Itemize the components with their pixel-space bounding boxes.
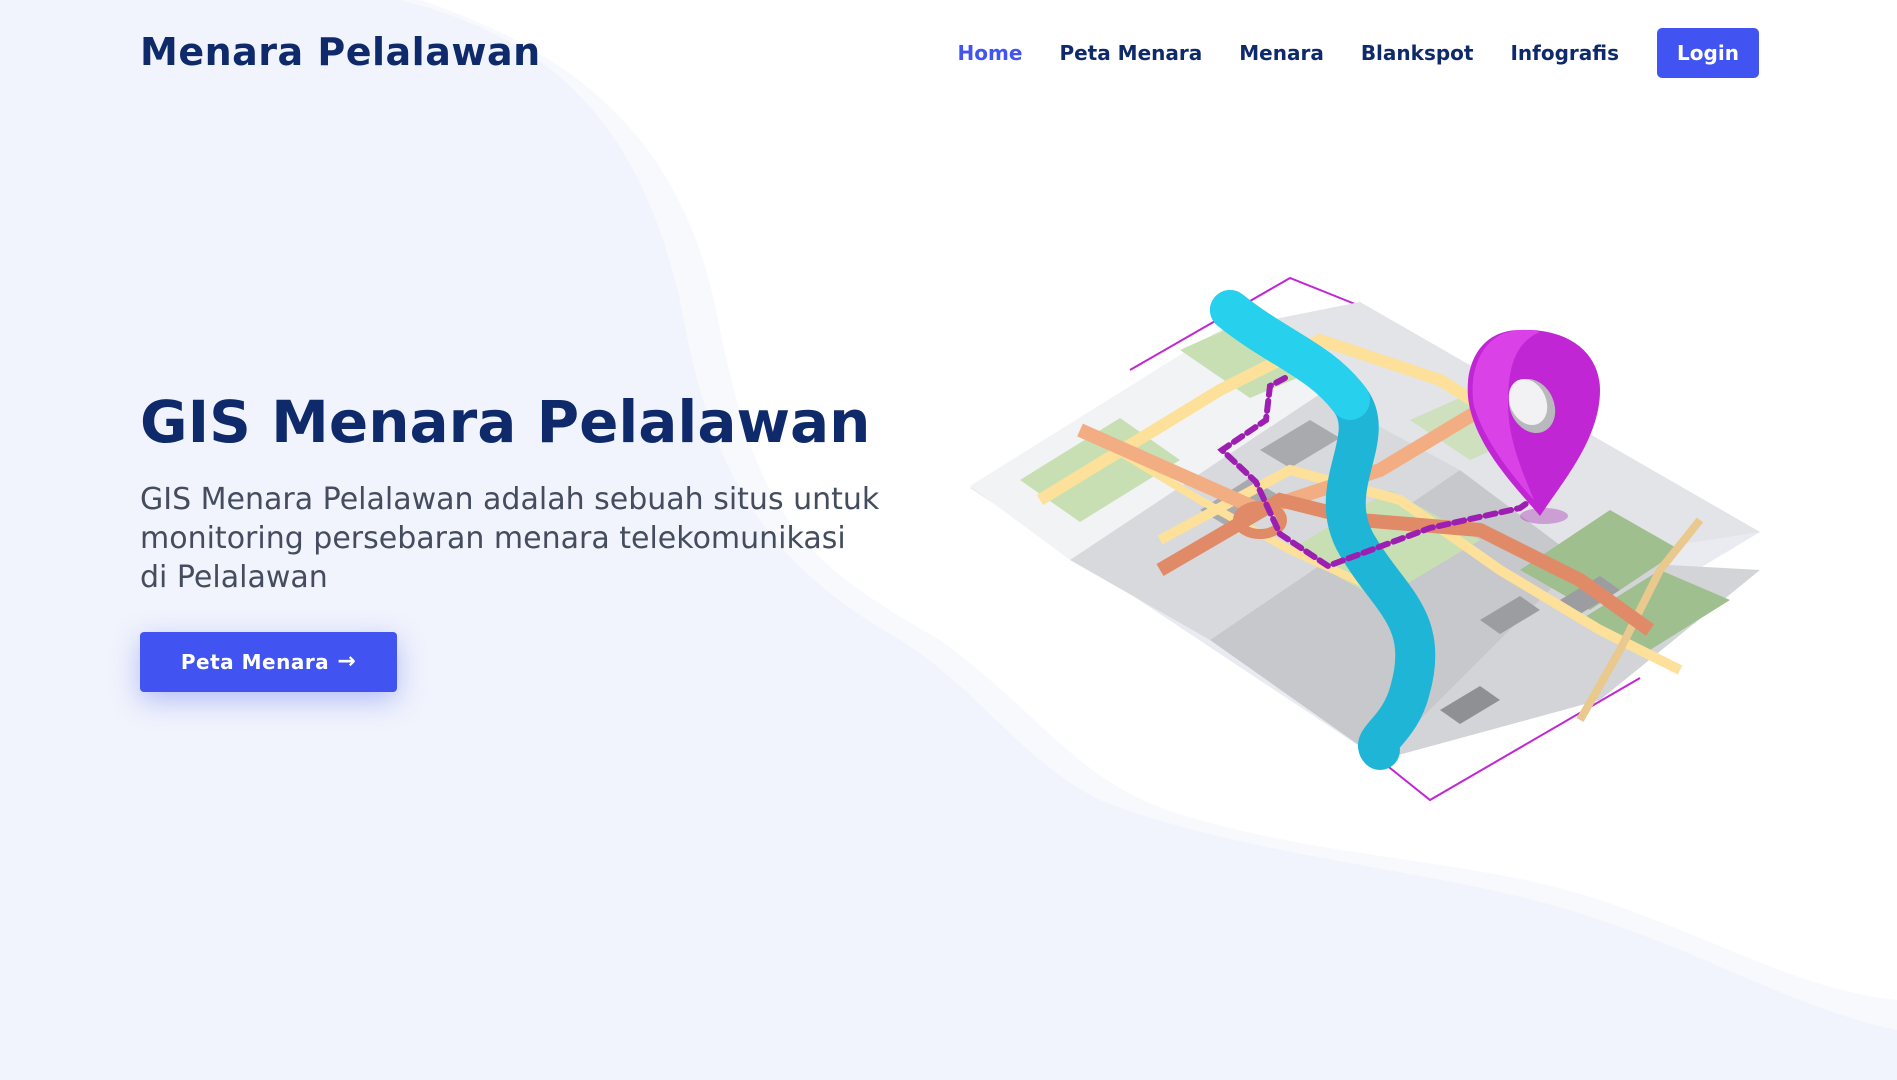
nav-link-home[interactable]: Home xyxy=(958,41,1023,65)
navbar: Menara Pelalawan Home Peta Menara Menara… xyxy=(0,0,1897,104)
nav-link-infografis[interactable]: Infografis xyxy=(1510,41,1619,65)
hero-description: GIS Menara Pelalawan adalah sebuah situs… xyxy=(140,482,880,595)
hero-title: GIS Menara Pelalawan xyxy=(140,388,871,456)
nav-link-blankspot[interactable]: Blankspot xyxy=(1361,41,1474,65)
folded-map-icon xyxy=(970,290,1760,770)
nav-link-peta-menara[interactable]: Peta Menara xyxy=(1059,41,1202,65)
hero-section: GIS Menara Pelalawan GIS Menara Pelalawa… xyxy=(140,386,900,627)
nav-link-menara[interactable]: Menara xyxy=(1239,41,1324,65)
landing-page: Menara Pelalawan Home Peta Menara Menara… xyxy=(0,0,1897,1080)
arrow-right-icon: → xyxy=(337,649,357,674)
nav-menu: Home Peta Menara Menara Blankspot Infogr… xyxy=(958,28,1759,78)
login-button[interactable]: Login xyxy=(1657,28,1759,78)
peta-menara-button[interactable]: Peta Menara → xyxy=(140,632,397,692)
map-location-pin-illustration xyxy=(970,276,1760,802)
brand-logo[interactable]: Menara Pelalawan xyxy=(140,30,541,74)
cta-label: Peta Menara xyxy=(180,650,330,674)
